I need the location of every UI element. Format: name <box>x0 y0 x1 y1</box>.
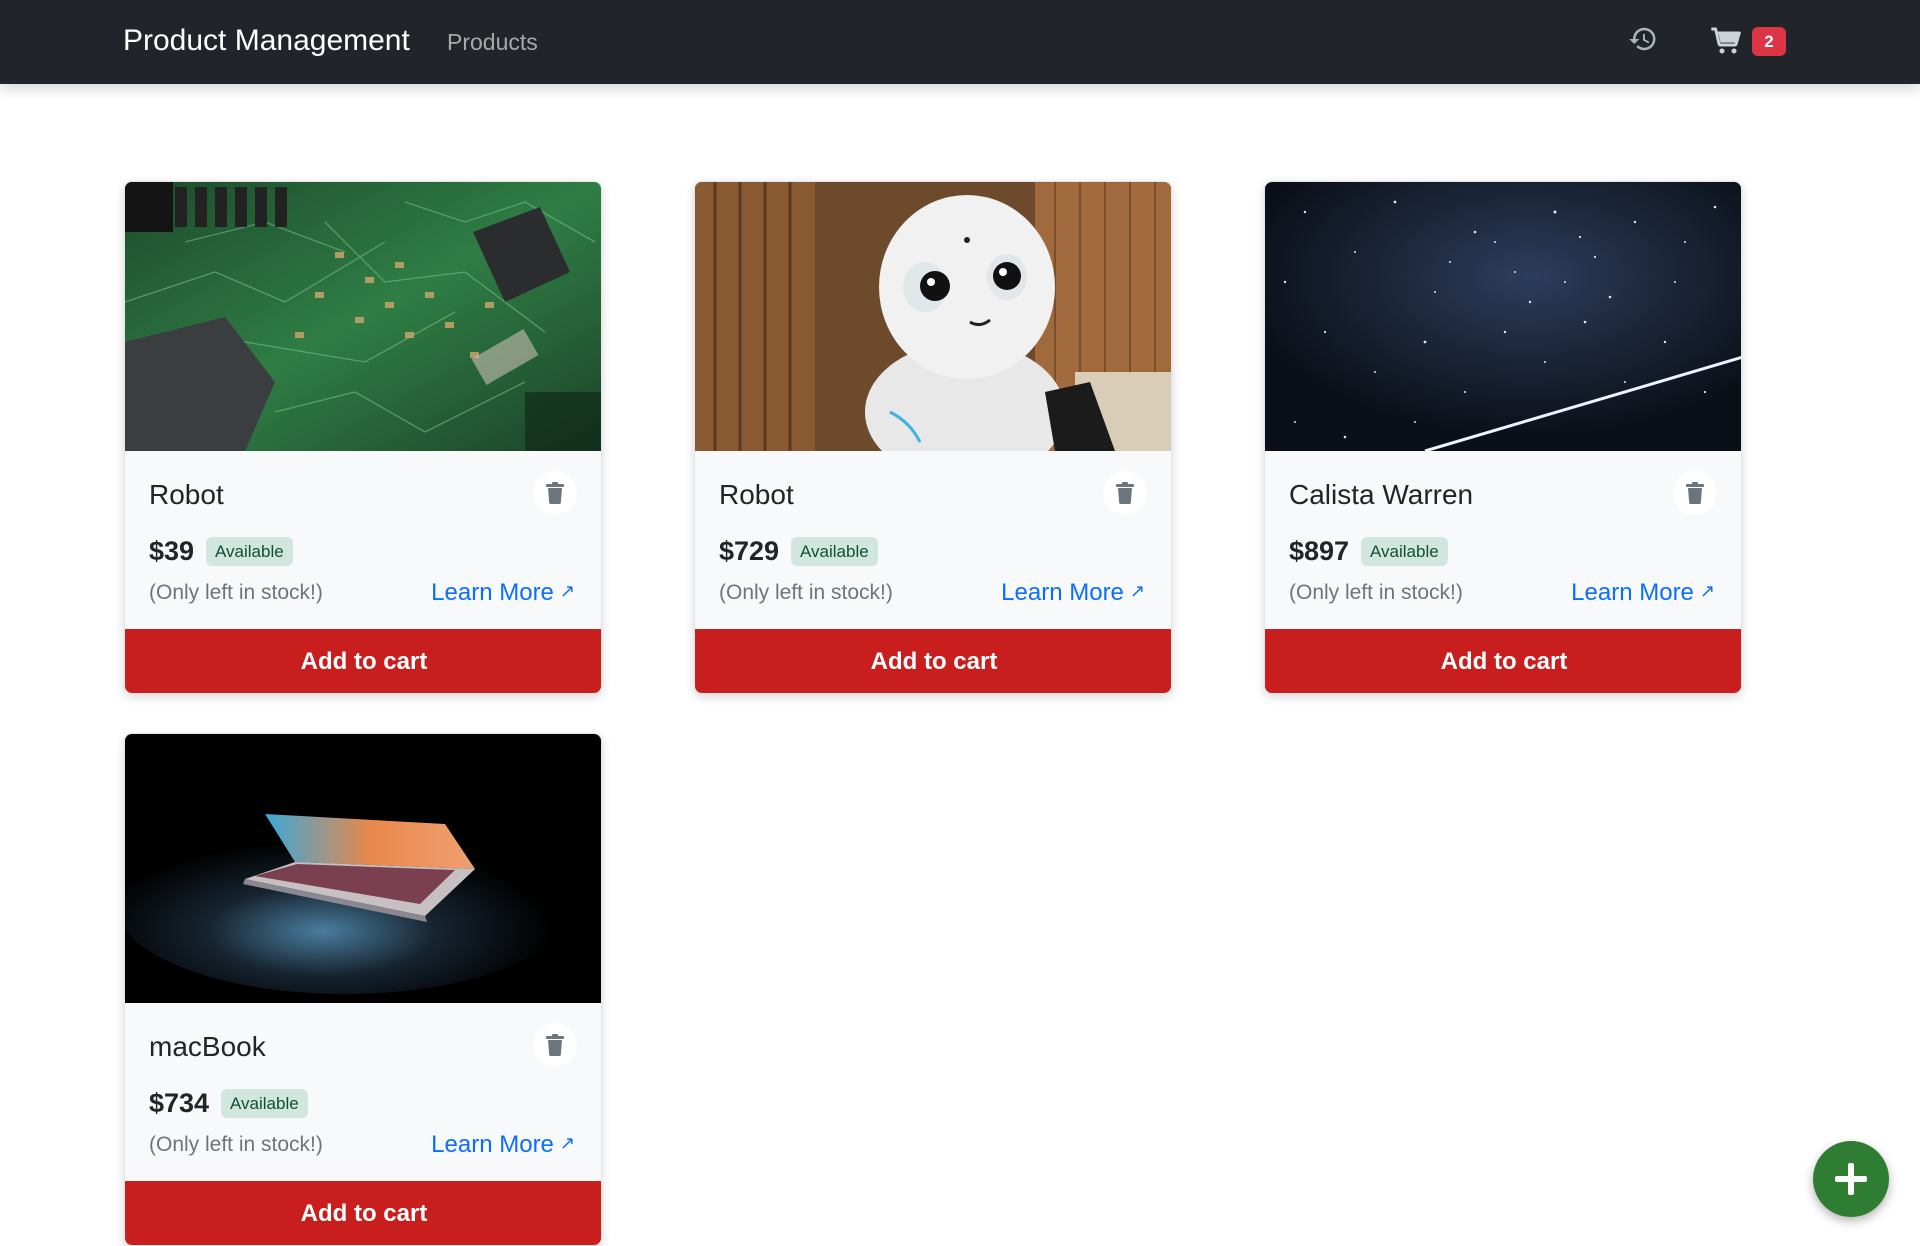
add-to-cart-button[interactable]: Add to cart <box>125 1181 601 1245</box>
availability-badge: Available <box>1361 537 1448 566</box>
learn-more-link[interactable]: Learn More ↗ <box>1001 579 1145 607</box>
navbar-brand[interactable]: Product Management <box>123 24 410 58</box>
history-button[interactable] <box>1628 24 1664 60</box>
stock-text: (Only left in stock!) <box>149 1133 323 1156</box>
trash-icon <box>1686 482 1704 504</box>
delete-button[interactable] <box>533 1023 577 1067</box>
add-product-button[interactable] <box>1813 1141 1889 1217</box>
external-link-icon: ↗ <box>1699 581 1715 601</box>
external-link-icon: ↗ <box>559 1133 575 1153</box>
product-title: Robot <box>719 479 794 510</box>
cart-count-badge: 2 <box>1752 27 1786 56</box>
product-card: Robot $729 Available (Only left in stock… <box>694 181 1172 694</box>
product-title: macBook <box>149 1031 266 1062</box>
add-to-cart-button[interactable]: Add to cart <box>1265 629 1741 693</box>
delete-button[interactable] <box>533 471 577 515</box>
product-card: Robot $39 Available (Only left in stock!… <box>124 181 602 694</box>
learn-more-link[interactable]: Learn More ↗ <box>431 579 575 607</box>
trash-icon <box>546 1034 564 1056</box>
product-price: $39 <box>149 536 195 566</box>
availability-badge: Available <box>206 537 293 566</box>
trash-icon <box>546 482 564 504</box>
product-title: Calista Warren <box>1289 479 1474 510</box>
add-to-cart-button[interactable]: Add to cart <box>125 629 601 693</box>
history-icon <box>1629 27 1656 51</box>
top-navbar: Product Management Products 2 <box>0 0 1920 84</box>
learn-more-link[interactable]: Learn More ↗ <box>1571 579 1715 607</box>
product-image-robot <box>695 182 1171 451</box>
add-to-cart-button[interactable]: Add to cart <box>695 629 1171 693</box>
external-link-icon: ↗ <box>1129 581 1145 601</box>
learn-more-link[interactable]: Learn More ↗ <box>431 1131 575 1159</box>
stock-text: (Only left in stock!) <box>149 581 323 604</box>
product-image-starry-sky <box>1265 182 1741 451</box>
cart-button[interactable]: 2 <box>1706 22 1800 62</box>
product-card: macBook $734 Available (Only left in sto… <box>124 733 602 1246</box>
external-link-icon: ↗ <box>559 581 575 601</box>
plus-icon <box>1835 1163 1867 1195</box>
stock-text: (Only left in stock!) <box>1289 581 1463 604</box>
product-card: Calista Warren $897 Available (Only left… <box>1264 181 1742 694</box>
trash-icon <box>1116 482 1134 504</box>
product-price: $729 <box>719 536 780 566</box>
availability-badge: Available <box>791 537 878 566</box>
delete-button[interactable] <box>1673 471 1717 515</box>
product-title: Robot <box>149 479 224 510</box>
product-price: $897 <box>1289 536 1350 566</box>
availability-badge: Available <box>221 1089 308 1118</box>
product-image-circuit-board <box>125 182 601 451</box>
product-price: $734 <box>149 1088 210 1118</box>
cart-icon <box>1711 27 1741 54</box>
delete-button[interactable] <box>1103 471 1147 515</box>
product-image-laptop <box>125 734 601 1003</box>
stock-text: (Only left in stock!) <box>719 581 893 604</box>
nav-link-products[interactable]: Products <box>447 29 538 56</box>
